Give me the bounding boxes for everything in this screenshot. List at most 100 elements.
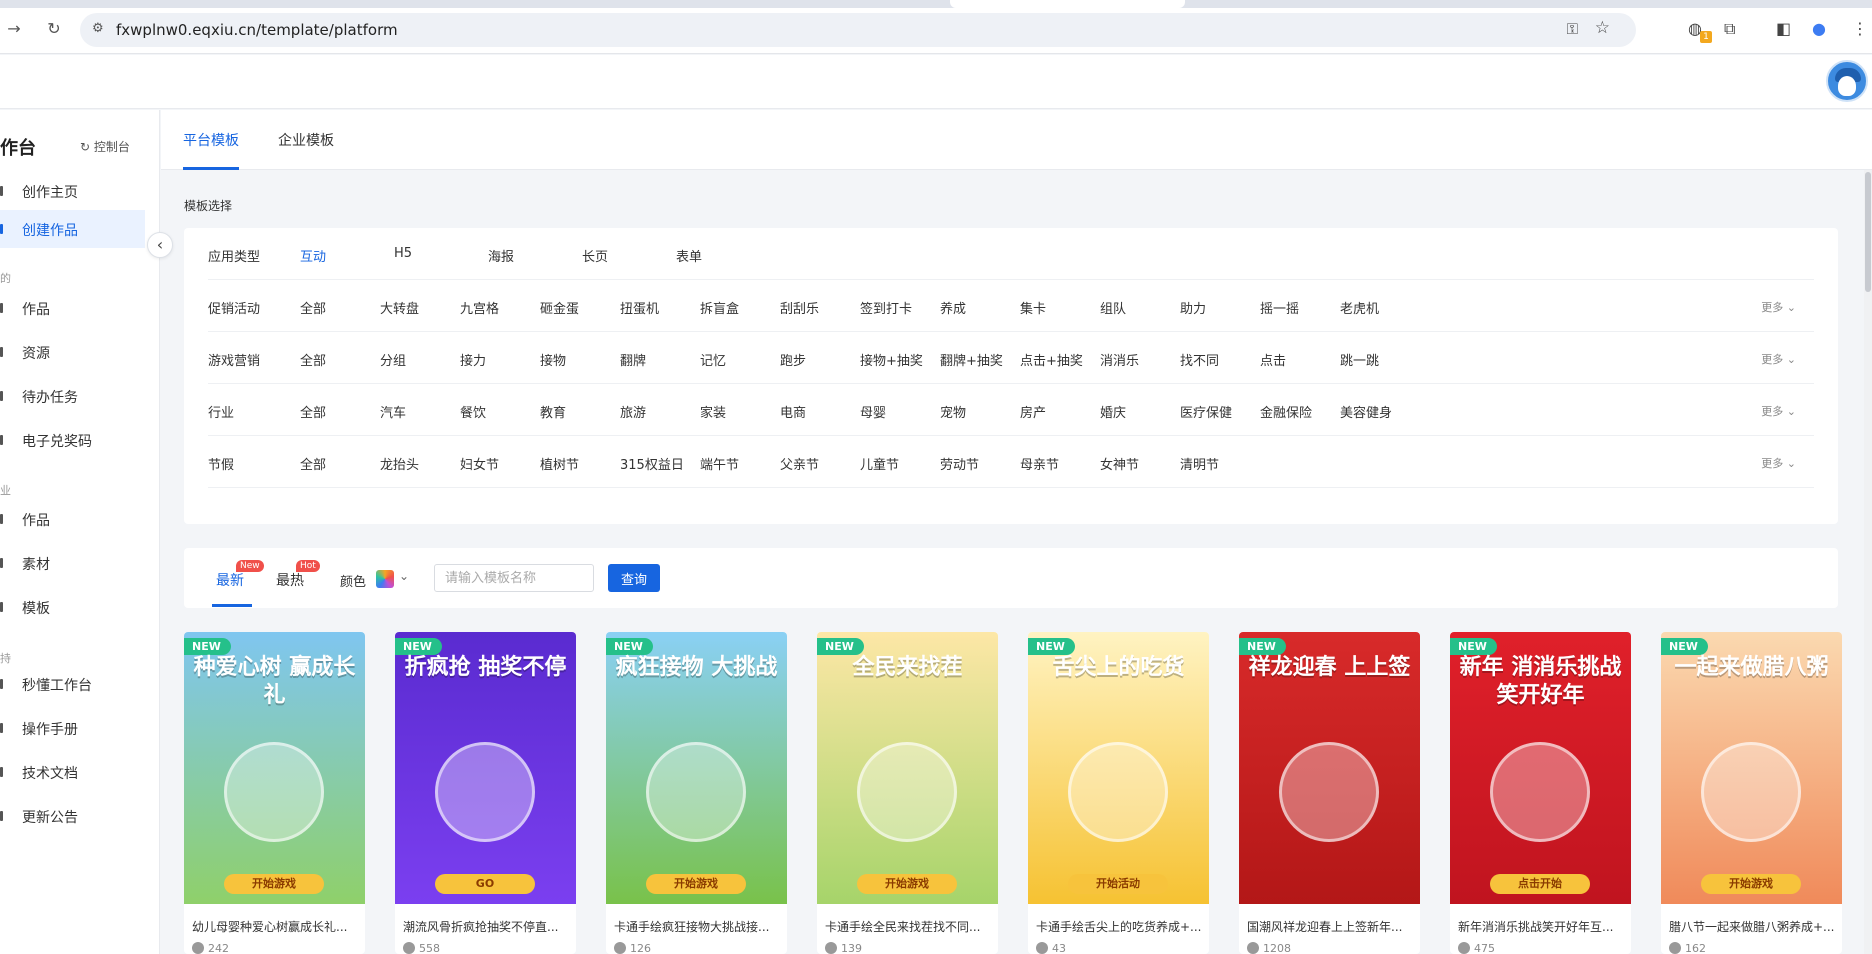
filter-option[interactable]: 父亲节 — [780, 454, 819, 473]
sidebar-item-tech-docs[interactable]: 技术文档 — [0, 753, 145, 791]
chevron-down-icon[interactable]: ⌄ — [399, 569, 409, 583]
more-toggle[interactable]: 更多 ⌄ — [1761, 299, 1796, 315]
filter-option[interactable]: 接物 — [540, 350, 566, 369]
filter-option[interactable]: 美容健身 — [1340, 402, 1392, 421]
sidebar-item-enterprise-works[interactable]: 作品 — [0, 500, 145, 538]
filter-option[interactable]: 大转盘 — [380, 298, 419, 317]
template-thumbnail[interactable]: NEW 折疯抢 抽奖不停 GO — [395, 632, 576, 904]
filter-option[interactable]: 汽车 — [380, 402, 406, 421]
sidebar-item-quick-guide[interactable]: 秒懂工作台 — [0, 665, 145, 703]
page-scrollbar[interactable] — [1864, 170, 1872, 954]
more-toggle[interactable]: 更多 ⌄ — [1761, 351, 1796, 367]
filter-option[interactable]: 扭蛋机 — [620, 298, 659, 317]
filter-option[interactable]: 跑步 — [780, 350, 806, 369]
filter-option[interactable]: 拆盲盒 — [700, 298, 739, 317]
more-toggle[interactable]: 更多 ⌄ — [1761, 455, 1796, 471]
filter-option[interactable]: 龙抬头 — [380, 454, 419, 473]
template-title[interactable]: 幼儿母婴种爱心树赢成长礼... — [192, 918, 358, 935]
filter-option[interactable]: 记忆 — [700, 350, 726, 369]
filter-option[interactable]: 九宫格 — [460, 298, 499, 317]
filter-option[interactable]: 海报 — [488, 246, 514, 265]
filter-option[interactable]: 旅游 — [620, 402, 646, 421]
filter-option[interactable]: 点击 — [1260, 350, 1286, 369]
filter-option[interactable]: 宠物 — [940, 402, 966, 421]
filter-option[interactable]: 母婴 — [860, 402, 886, 421]
user-avatar[interactable] — [1826, 60, 1868, 102]
template-thumbnail[interactable]: NEW 全民来找茬 开始游戏 — [817, 632, 998, 904]
template-card[interactable]: NEW 折疯抢 抽奖不停 GO 潮流风骨折疯抢抽奖不停直... 558 — [395, 632, 576, 954]
filter-option[interactable]: 金融保险 — [1260, 402, 1312, 421]
password-key-icon[interactable]: ⚿ — [1567, 20, 1578, 38]
filter-option[interactable]: H5 — [394, 246, 412, 261]
bookmark-star-icon[interactable]: ☆ — [1595, 18, 1610, 38]
filter-option[interactable]: 互动 — [300, 246, 326, 265]
template-title[interactable]: 潮流风骨折疯抢抽奖不停直... — [403, 918, 569, 935]
template-title[interactable]: 卡通手绘全民来找茬找不同... — [825, 918, 991, 935]
filter-option[interactable]: 母亲节 — [1020, 454, 1059, 473]
filter-option[interactable]: 家装 — [700, 402, 726, 421]
sidebar-item-materials[interactable]: 素材 — [0, 544, 145, 582]
sidebar-item-changelog[interactable]: 更新公告 — [0, 797, 145, 835]
filter-option[interactable]: 点击+抽奖 — [1020, 350, 1083, 369]
filter-option[interactable]: 找不同 — [1180, 350, 1219, 369]
template-thumbnail[interactable]: NEW 舌尖上的吃货 开始活动 — [1028, 632, 1209, 904]
template-card[interactable]: NEW 全民来找茬 开始游戏 卡通手绘全民来找茬找不同... 139 — [817, 632, 998, 954]
tab-platform-templates[interactable]: 平台模板 — [183, 130, 239, 150]
template-thumbnail[interactable]: NEW 疯狂接物 大挑战 开始游戏 — [606, 632, 787, 904]
filter-option[interactable]: 刮刮乐 — [780, 298, 819, 317]
filter-option[interactable]: 餐饮 — [460, 402, 486, 421]
filter-option[interactable]: 医疗保健 — [1180, 402, 1232, 421]
sidebar-item-todo[interactable]: 待办任务 — [0, 377, 145, 415]
filter-option[interactable]: 表单 — [676, 246, 702, 265]
more-toggle[interactable]: 更多 ⌄ — [1761, 403, 1796, 419]
filter-option[interactable]: 组队 — [1100, 298, 1126, 317]
menu-dots-icon[interactable]: ⋮ — [1852, 19, 1868, 38]
sidebar-item-manual[interactable]: 操作手册 — [0, 709, 145, 747]
profile-icon[interactable]: ● — [1812, 19, 1826, 38]
filter-option[interactable]: 全部 — [300, 402, 326, 421]
puzzle-extensions-icon[interactable]: ⧉ — [1724, 19, 1735, 39]
filter-option[interactable]: 翻牌 — [620, 350, 646, 369]
filter-option[interactable]: 端午节 — [700, 454, 739, 473]
template-card[interactable]: NEW 种爱心树 赢成长礼 开始游戏 幼儿母婴种爱心树赢成长礼... 242 — [184, 632, 365, 954]
sidebar-item-create[interactable]: 创建作品 — [0, 210, 145, 248]
address-bar[interactable]: ⚙ fxwplnw0.eqxiu.cn/template/platform ⚿ … — [80, 13, 1636, 47]
template-thumbnail[interactable]: NEW 祥龙迎春 上上签 — [1239, 632, 1420, 904]
template-card[interactable]: NEW 舌尖上的吃货 开始活动 卡通手绘舌尖上的吃货养成+... 43 — [1028, 632, 1209, 954]
console-switch[interactable]: ↻ 控制台 — [80, 138, 130, 155]
sidebar-item-works[interactable]: 作品 — [0, 289, 145, 327]
filter-option[interactable]: 跳一跳 — [1340, 350, 1379, 369]
sidebar-item-templates[interactable]: 模板 — [0, 588, 145, 626]
color-picker[interactable] — [376, 570, 394, 588]
template-card[interactable]: NEW 一起来做腊八粥 开始游戏 腊八节一起来做腊八粥养成+... 162 — [1661, 632, 1842, 954]
template-title[interactable]: 腊八节一起来做腊八粥养成+... — [1669, 918, 1835, 935]
filter-option[interactable]: 315权益日 — [620, 454, 684, 473]
filter-option[interactable]: 清明节 — [1180, 454, 1219, 473]
template-card[interactable]: NEW 祥龙迎春 上上签 国潮风祥龙迎春上上签新年... 1208 — [1239, 632, 1420, 954]
filter-option[interactable]: 老虎机 — [1340, 298, 1379, 317]
filter-option[interactable]: 砸金蛋 — [540, 298, 579, 317]
browser-tab-active[interactable] — [950, 0, 1185, 8]
template-card[interactable]: NEW 疯狂接物 大挑战 开始游戏 卡通手绘疯狂接物大挑战接... 126 — [606, 632, 787, 954]
site-info-icon[interactable]: ⚙ — [92, 21, 104, 36]
search-button[interactable]: 查询 — [608, 564, 660, 592]
scrollbar-thumb[interactable] — [1865, 172, 1871, 292]
sidebar-item-home[interactable]: 创作主页 — [0, 172, 145, 210]
filter-option[interactable]: 植树节 — [540, 454, 579, 473]
filter-option[interactable]: 消消乐 — [1100, 350, 1139, 369]
filter-option[interactable]: 分组 — [380, 350, 406, 369]
forward-icon[interactable]: → — [4, 19, 24, 39]
filter-option[interactable]: 全部 — [300, 454, 326, 473]
sidebar-item-redeem-code[interactable]: 电子兑奖码 — [0, 421, 145, 459]
filter-option[interactable]: 妇女节 — [460, 454, 499, 473]
tab-enterprise-templates[interactable]: 企业模板 — [278, 130, 334, 150]
filter-option[interactable]: 儿童节 — [860, 454, 899, 473]
reload-icon[interactable]: ↻ — [44, 19, 64, 39]
sidebar-item-resources[interactable]: 资源 — [0, 333, 145, 371]
template-title[interactable]: 卡通手绘舌尖上的吃货养成+... — [1036, 918, 1202, 935]
collapse-sidebar-button[interactable]: ‹ — [147, 232, 173, 258]
template-card[interactable]: NEW 新年 消消乐挑战 笑开好年 点击开始 新年消消乐挑战笑开好年互... 475 — [1450, 632, 1631, 954]
filter-option[interactable]: 长页 — [582, 246, 608, 265]
filter-option[interactable]: 摇一摇 — [1260, 298, 1299, 317]
filter-option[interactable]: 房产 — [1020, 402, 1046, 421]
